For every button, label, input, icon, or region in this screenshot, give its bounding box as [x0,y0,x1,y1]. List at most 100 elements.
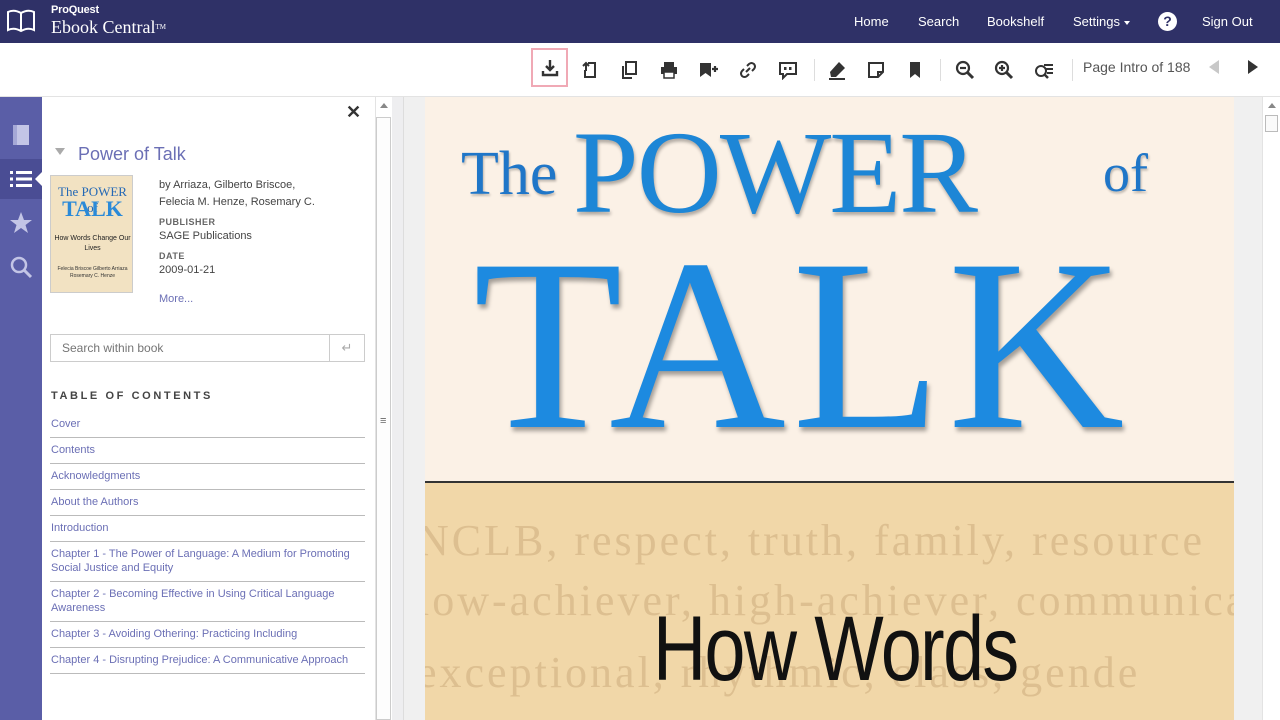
chevron-down-icon [1123,20,1130,25]
table-of-contents: Cover Contents Acknowledgments About the… [50,412,365,674]
nav-bookshelf-link[interactable]: Bookshelf [987,14,1044,29]
copy-button[interactable] [614,55,644,85]
print-button[interactable] [654,55,684,85]
panel-resize-splitter[interactable] [392,97,404,720]
close-sidebar-button[interactable]: ✕ [346,102,361,123]
citation-icon [779,62,797,80]
link-icon [740,62,756,78]
page-indicator[interactable]: Page Intro of 188 [1083,59,1190,75]
book-page: The POWER of TALK NCLB, respect, truth, … [425,97,1234,720]
download-icon [541,59,558,76]
add-to-shelf-icon [700,63,718,77]
logo-proquest-text: ProQuest [51,4,99,16]
scroll-up-arrow-icon[interactable] [1268,103,1276,108]
toc-item-chapter-1[interactable]: Chapter 1 - The Power of Language: A Med… [50,542,365,582]
note-icon [868,62,884,78]
side-rail [0,97,42,720]
rotate-page-icon [582,61,596,78]
zoom-in-icon [994,60,1014,80]
copy-icon [622,61,637,79]
bookmark-icon [910,62,920,78]
toc-item-chapter-2[interactable]: Chapter 2 - Becoming Effective in Using … [50,582,365,622]
thumb-authors: Felecia Briscoe Gilberto Arriaza Rosemar… [57,266,128,279]
toc-item-introduction[interactable]: Introduction [50,516,365,542]
more-details-link[interactable]: More... [159,293,193,305]
cover-subtitle-how-words: How Words [653,598,1019,700]
zoom-out-button[interactable] [950,55,980,85]
highlight-button[interactable] [822,55,852,85]
zoom-in-button[interactable] [989,55,1019,85]
cover-watermark-text: NCLB, respect, truth, family, resource [425,516,1206,565]
previous-page-icon[interactable] [1206,57,1222,77]
reader-scrollbar-thumb[interactable] [1265,115,1278,132]
toc-heading: TABLE OF CONTENTS [51,390,213,402]
link-button[interactable] [733,55,763,85]
book-cover-thumbnail[interactable]: The POWER of TALK How Words Change Our L… [50,175,133,293]
open-book-icon[interactable] [5,6,37,36]
note-button[interactable] [861,55,891,85]
cover-title-of: of [1103,143,1148,203]
rail-contents-tab[interactable] [0,159,42,199]
rail-annotations-tab[interactable] [0,203,42,243]
drag-handle-icon[interactable]: ≡ [380,415,386,427]
print-icon [661,62,677,79]
toolbar-divider [814,59,815,81]
toc-item-about-the-authors[interactable]: About the Authors [50,490,365,516]
help-icon[interactable]: ? [1158,12,1177,31]
toc-item-chapter-3[interactable]: Chapter 3 - Avoiding Othering: Practicin… [50,622,365,648]
logo-main-text: Ebook CentralTM [51,17,166,37]
cover-bottom-section: NCLB, respect, truth, family, resource l… [425,483,1234,720]
reader-scrollbar[interactable] [1262,97,1280,720]
publisher-label: PUBLISHER [159,217,216,227]
sidebar-scrollbar[interactable] [375,97,392,720]
search-submit-button[interactable]: ↵ [329,335,364,361]
book-authors-line-1: by Arriaza, Gilberto Briscoe, [159,179,296,191]
contents-sidebar: ✕ Power of Talk The POWER of TALK How Wo… [42,97,375,720]
thumb-title-main: TALK [62,196,123,221]
fit-page-button[interactable] [1029,55,1059,85]
search-within-book-input[interactable] [51,335,329,361]
settings-label: Settings [1073,14,1120,29]
star-icon [10,212,32,233]
nav-search-link[interactable]: Search [918,14,959,29]
date-label: DATE [159,251,185,261]
cover-top-section: The POWER of TALK [425,97,1234,482]
reader-toolbar: Page Intro of 188 [0,43,1280,97]
next-page-icon[interactable] [1245,57,1261,77]
toolbar-divider [940,59,941,81]
book-title: Power of Talk [78,144,186,164]
cover-title-the: The [461,140,558,208]
toc-item-acknowledgments[interactable]: Acknowledgments [50,464,365,490]
nav-settings-dropdown[interactable]: Settings [1073,14,1130,29]
highlight-icon [829,62,845,80]
book-reader-viewport: The POWER of TALK NCLB, respect, truth, … [404,97,1262,720]
top-navigation-bar: ProQuest Ebook CentralTM Home Search Boo… [0,0,1280,43]
sign-out-link[interactable]: Sign Out [1202,14,1253,29]
download-button[interactable] [531,48,568,87]
collapse-triangle-icon[interactable] [55,148,65,155]
rail-book-details-tab[interactable] [0,115,42,155]
rail-search-tab[interactable] [0,247,42,287]
toc-item-cover[interactable]: Cover [50,412,365,438]
fit-page-icon [1035,64,1053,79]
ebook-central-logo[interactable]: ProQuest Ebook CentralTM [51,4,166,37]
book-icon [13,125,29,145]
toc-item-contents[interactable]: Contents [50,438,365,464]
date-value: 2009-01-21 [159,264,216,276]
bookmark-button[interactable] [900,55,930,85]
citation-button[interactable] [773,55,803,85]
toc-item-chapter-4[interactable]: Chapter 4 - Disrupting Prejudice: A Comm… [50,648,365,674]
book-authors-line-2: Felecia M. Henze, Rosemary C. [159,196,315,208]
rotate-page-button[interactable] [575,55,605,85]
toolbar-divider [1072,59,1073,81]
thumb-subtitle: How Words Change Our Lives [54,235,131,252]
list-icon [10,171,32,187]
nav-home-link[interactable]: Home [854,14,889,29]
zoom-out-icon [955,60,975,80]
publisher-value: SAGE Publications [159,230,252,242]
search-within-book: ↵ [50,334,365,362]
cover-title-talk: TALK [473,209,1131,480]
search-icon [10,256,33,279]
scroll-up-arrow-icon[interactable] [380,103,388,108]
add-to-bookshelf-button[interactable] [693,55,723,85]
